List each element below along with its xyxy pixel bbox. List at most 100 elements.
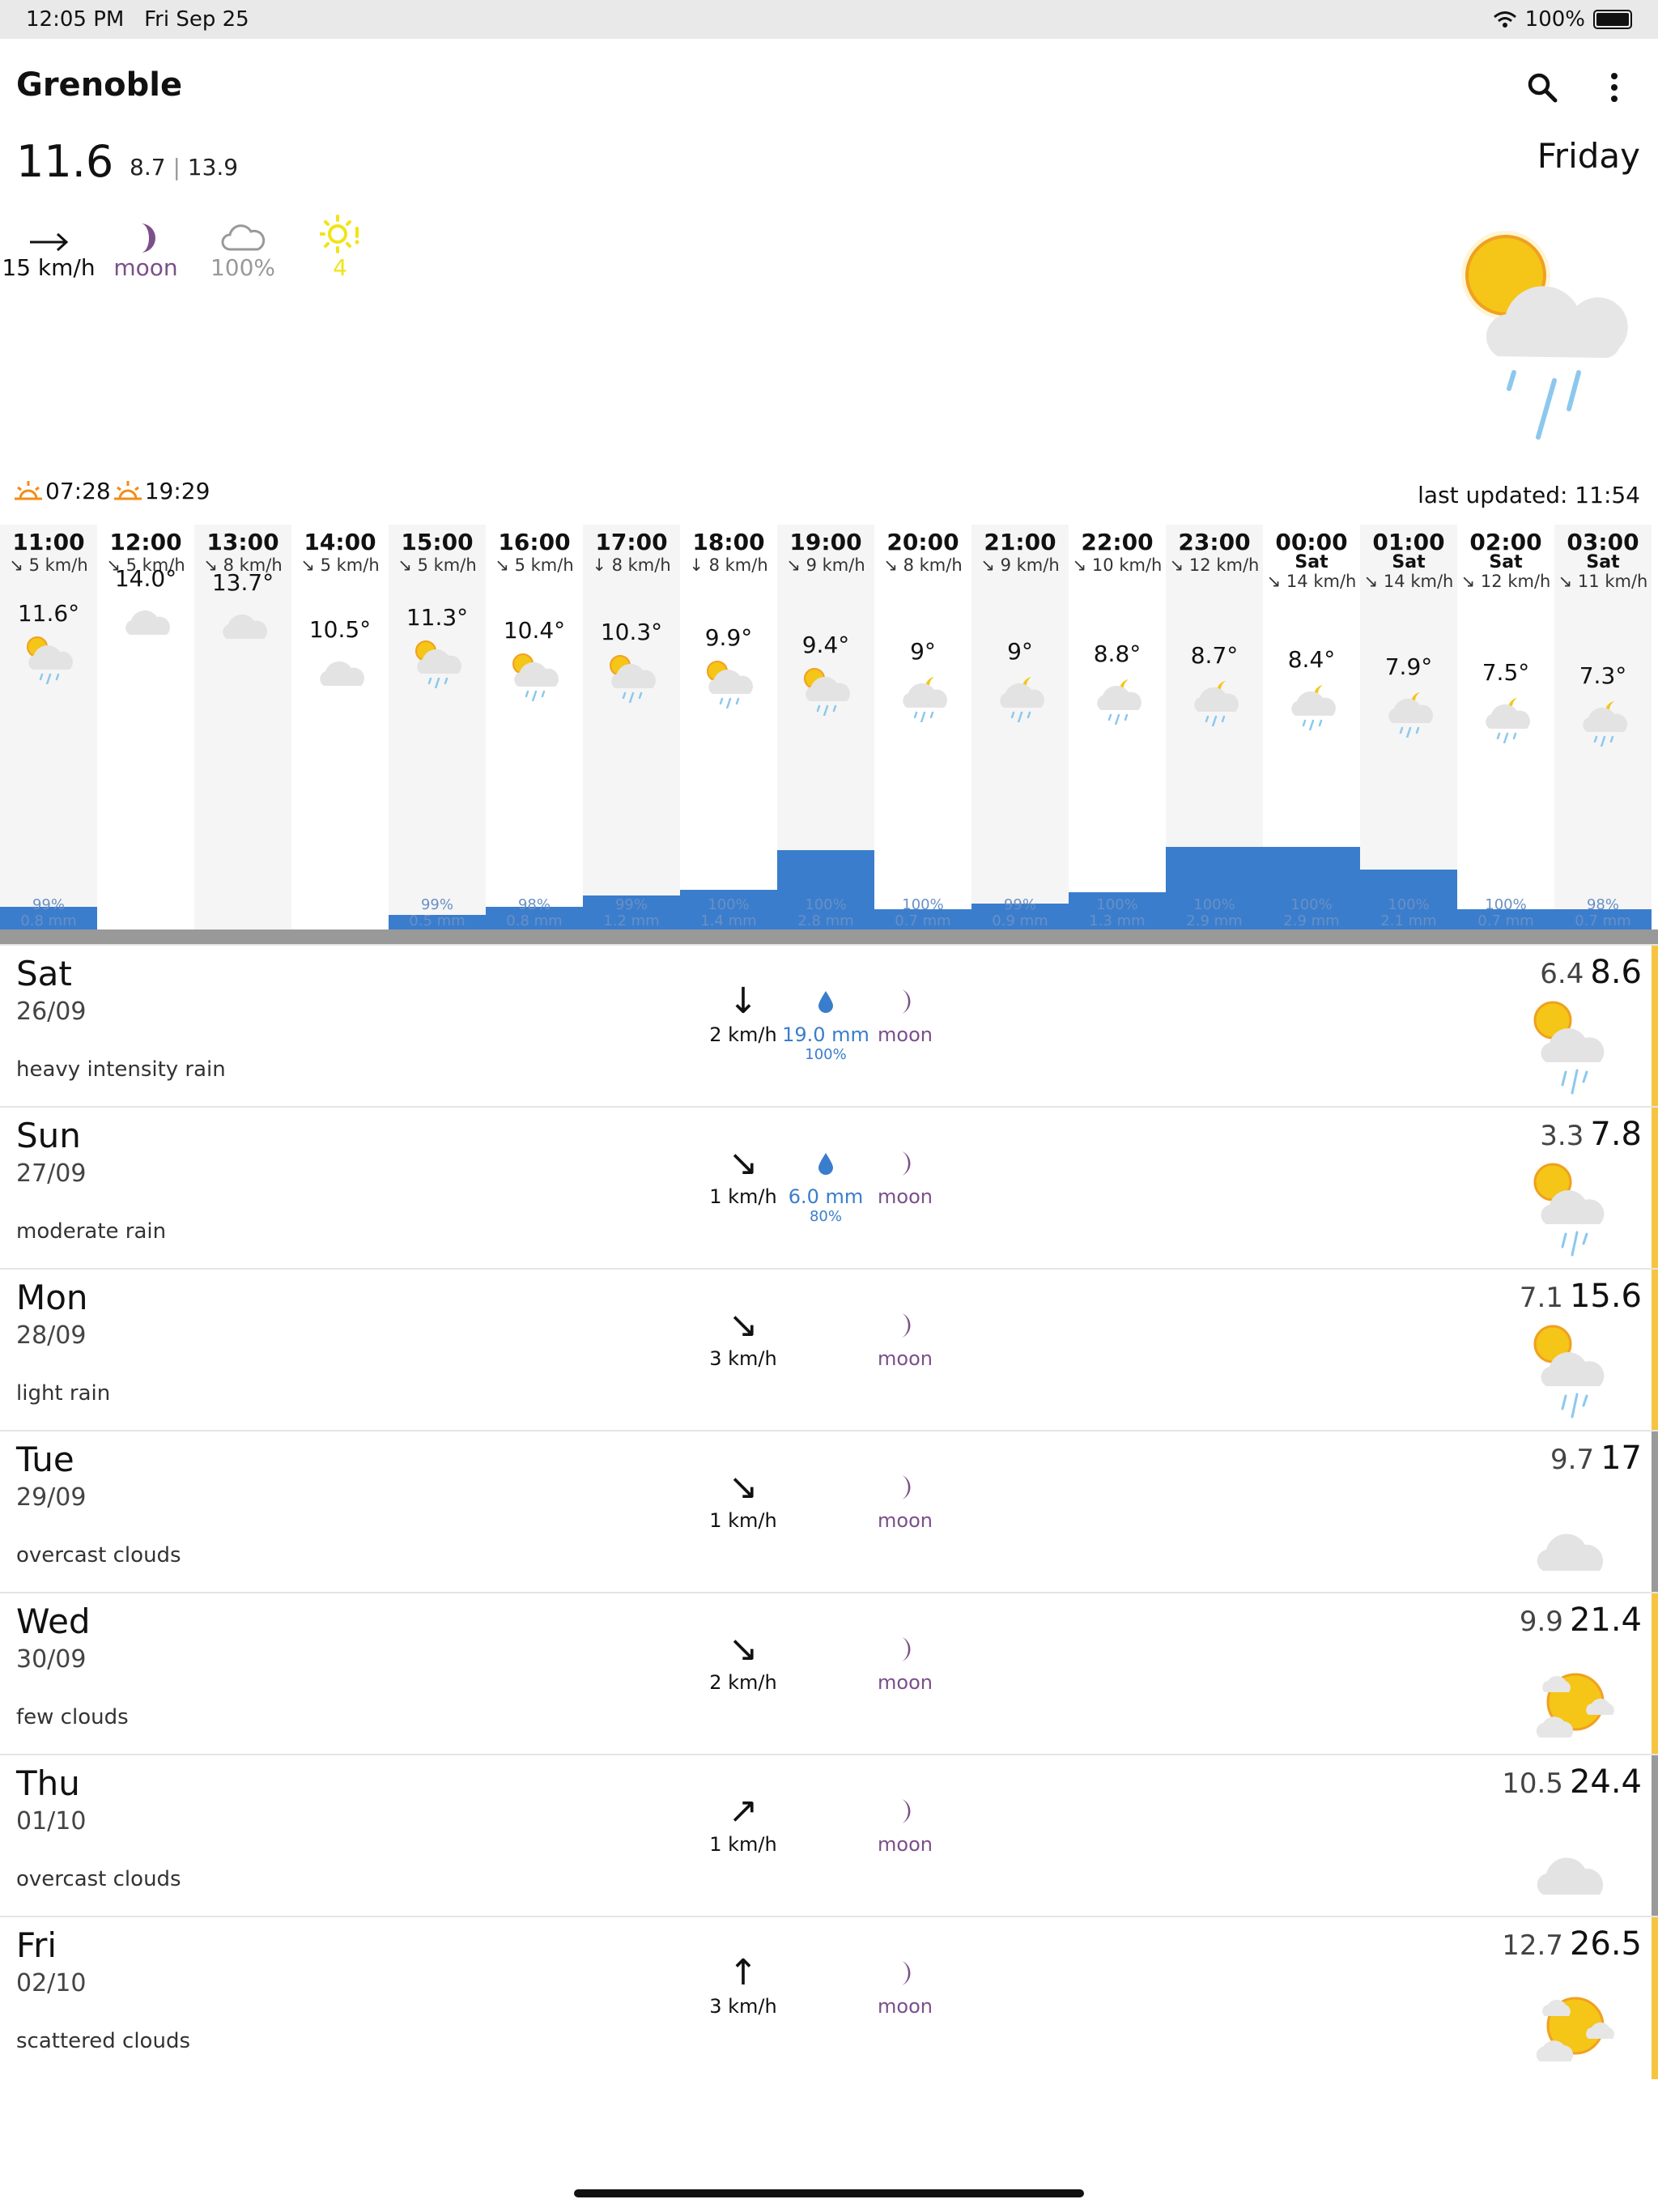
- daily-row[interactable]: Fri 02/10 scattered clouds ↑ 3 km/h moon 12.7 2…: [0, 1916, 1658, 2079]
- uv-index: 4: [333, 254, 347, 281]
- hourly-column[interactable]: 13:00 ↘ 8 km/h 13.7°: [194, 525, 291, 929]
- moon-cloud-rain-icon: [895, 666, 952, 724]
- cloud-icon: [118, 593, 175, 649]
- hourly-time: 14:00: [304, 529, 376, 555]
- day-wind: ↗ 1 km/h: [703, 1789, 784, 1856]
- day-description: heavy intensity rain: [16, 1057, 226, 1082]
- hourly-wind: ↘ 5 km/h: [397, 555, 477, 575]
- hourly-time: 13:00: [206, 529, 279, 555]
- hourly-column[interactable]: 15:00 ↘ 5 km/h 11.3° 99% 0.5 mm: [389, 525, 486, 929]
- hourly-column[interactable]: 17:00 ↓ 8 km/h 10.3° 99% 1.2 mm: [583, 525, 680, 929]
- min-temp: 8.7: [130, 154, 166, 181]
- hourly-column[interactable]: 00:00 Sat ↘ 14 km/h 8.4° 100% 2.9 mm: [1263, 525, 1360, 929]
- day-moon: moon: [865, 1142, 946, 1208]
- hourly-column[interactable]: 22:00 ↘ 10 km/h 8.8° 100% 1.3 mm: [1069, 525, 1166, 929]
- day-temperatures: 3.3 7.8: [1540, 1116, 1642, 1153]
- day-min-temp: 12.7: [1502, 1929, 1563, 1962]
- day-color-stripe: [1652, 1755, 1658, 1917]
- hourly-time: 20:00: [886, 529, 959, 555]
- hourly-column[interactable]: 03:00 Sat ↘ 11 km/h 7.3° 98% 0.7 mm: [1554, 525, 1652, 929]
- day-rain: 6.0 mm 80%: [777, 1142, 874, 1225]
- daily-row[interactable]: Wed 30/09 few clouds ↘ 2 km/h moon 9.9 21.4: [0, 1592, 1658, 1755]
- hourly-column[interactable]: 23:00 ↘ 12 km/h 8.7° 100% 2.9 mm: [1166, 525, 1263, 929]
- sunrise-time: 07:28: [45, 478, 111, 504]
- sun-cloud-rain-icon: [1528, 996, 1618, 1101]
- day-moon: moon: [865, 1465, 946, 1532]
- day-wind: ↑ 3 km/h: [703, 1951, 784, 2018]
- hourly-precip-probability: 100%: [1485, 896, 1527, 913]
- hourly-column[interactable]: 01:00 Sat ↘ 14 km/h 7.9° 100% 2.1 mm: [1360, 525, 1457, 929]
- moon-phase-icon: [902, 989, 911, 1014]
- raindrop-icon: [818, 991, 833, 1013]
- hourly-column[interactable]: 20:00 ↘ 8 km/h 9° 100% 0.7 mm: [874, 525, 971, 929]
- hourly-scrollbar[interactable]: [0, 929, 1658, 944]
- day-rain: 19.0 mm 100%: [777, 980, 874, 1063]
- moon-phase-icon: [902, 1799, 911, 1823]
- daily-row[interactable]: Mon 28/09 light rain ↘ 3 km/h moon 7.1 15.6: [0, 1268, 1658, 1431]
- hourly-wind: ↘ 9 km/h: [980, 555, 1060, 575]
- hourly-column[interactable]: 19:00 ↘ 9 km/h 9.4° 100% 2.8 mm: [777, 525, 874, 929]
- hourly-day: Sat: [1392, 552, 1426, 572]
- day-description: light rain: [16, 1381, 111, 1406]
- daily-row[interactable]: Tue 29/09 overcast clouds ↘ 1 km/h moon 9.7 17: [0, 1430, 1658, 1593]
- hourly-temp: 11.3°: [406, 604, 469, 631]
- current-day: Friday: [1537, 136, 1640, 176]
- hourly-precip-probability: 99%: [614, 896, 648, 913]
- sun-cloud-rain-icon: [410, 632, 466, 690]
- moon-cloud-rain-icon: [1575, 690, 1632, 748]
- day-moon-label: moon: [878, 1185, 933, 1208]
- current-weather-icon: [1461, 231, 1628, 440]
- sun-cloud-rain-icon: [1528, 1320, 1618, 1425]
- hourly-temp: 9.4°: [801, 632, 850, 658]
- hourly-wind: ↘ 5 km/h: [495, 555, 574, 575]
- hourly-column[interactable]: 18:00 ↓ 8 km/h 9.9° 100% 1.4 mm: [680, 525, 777, 929]
- status-date: Fri Sep 25: [144, 7, 249, 32]
- hourly-wind: ↘ 8 km/h: [883, 555, 963, 575]
- moon-cloud-rain-icon: [1478, 687, 1535, 745]
- moon-label: moon: [113, 254, 178, 281]
- day-max-temp: 7.8: [1590, 1116, 1642, 1153]
- hourly-temp: 8.7°: [1190, 642, 1239, 669]
- status-time-date: 12:05 PM Fri Sep 25: [26, 7, 249, 32]
- hourly-column[interactable]: 02:00 Sat ↘ 12 km/h 7.5° 100% 0.7 mm: [1457, 525, 1554, 929]
- day-moon-label: moon: [878, 1509, 933, 1532]
- day-moon: moon: [865, 980, 946, 1046]
- hourly-column[interactable]: 12:00 ↘ 5 km/h 14.0°: [97, 525, 194, 929]
- search-button[interactable]: [1518, 63, 1567, 112]
- wind-direction-icon: ↓: [728, 981, 759, 1022]
- more-options-button[interactable]: [1590, 63, 1639, 112]
- home-indicator[interactable]: [574, 2189, 1084, 2197]
- hourly-time: 11:00: [12, 529, 85, 555]
- hourly-time: 12:00: [109, 529, 182, 555]
- hourly-temp: 7.5°: [1482, 659, 1530, 686]
- hourly-precip-amount: 0.8 mm: [20, 912, 77, 929]
- hourly-column[interactable]: 11:00 ↘ 5 km/h 11.6° 99% 0.8 mm: [0, 525, 97, 929]
- hourly-column[interactable]: 14:00 ↘ 5 km/h 10.5°: [291, 525, 389, 929]
- hourly-day: Sat: [1295, 552, 1329, 572]
- day-name: Thu: [16, 1763, 80, 1803]
- sun-cloud-rain-icon: [604, 646, 661, 704]
- hourly-column[interactable]: 21:00 ↘ 9 km/h 9° 99% 0.9 mm: [971, 525, 1069, 929]
- battery-icon: [1593, 10, 1632, 29]
- hourly-precip-amount: 0.7 mm: [895, 912, 951, 929]
- day-moon-label: moon: [878, 1995, 933, 2018]
- moon-phase-icon: [902, 1637, 911, 1661]
- wifi-icon: [1493, 11, 1516, 28]
- hourly-precip-amount: 0.5 mm: [409, 912, 466, 929]
- day-date: 27/09: [16, 1159, 87, 1188]
- hourly-wind: ↓ 8 km/h: [689, 555, 768, 575]
- day-temperatures: 10.5 24.4: [1502, 1763, 1642, 1801]
- daily-row[interactable]: Thu 01/10 overcast clouds ↗ 1 km/h moon 10.5 24…: [0, 1754, 1658, 1917]
- hourly-column[interactable]: 16:00 ↘ 5 km/h 10.4° 98% 0.8 mm: [486, 525, 583, 929]
- hourly-temp: 9°: [1007, 638, 1033, 665]
- sun-cloud-rain-icon: [1528, 1158, 1618, 1263]
- hourly-forecast-strip[interactable]: 11:00 ↘ 5 km/h 11.6° 99% 0.8 mm 12:00 ↘ 5 km/h…: [0, 525, 1658, 929]
- daily-row[interactable]: Sat 26/09 heavy intensity rain ↓ 2 km/h 19.0 …: [0, 944, 1658, 1108]
- hourly-temp: 7.3°: [1579, 662, 1627, 689]
- sun-times: 07:28 19:29: [15, 478, 210, 504]
- day-color-stripe: [1652, 1593, 1658, 1755]
- daily-row[interactable]: Sun 27/09 moderate rain ↘ 1 km/h 6.0 mm 80% moo…: [0, 1106, 1658, 1270]
- hourly-wind: ↘ 14 km/h: [1266, 572, 1357, 591]
- day-wind: ↘ 1 km/h: [703, 1465, 784, 1532]
- raindrop-icon: [818, 1153, 833, 1175]
